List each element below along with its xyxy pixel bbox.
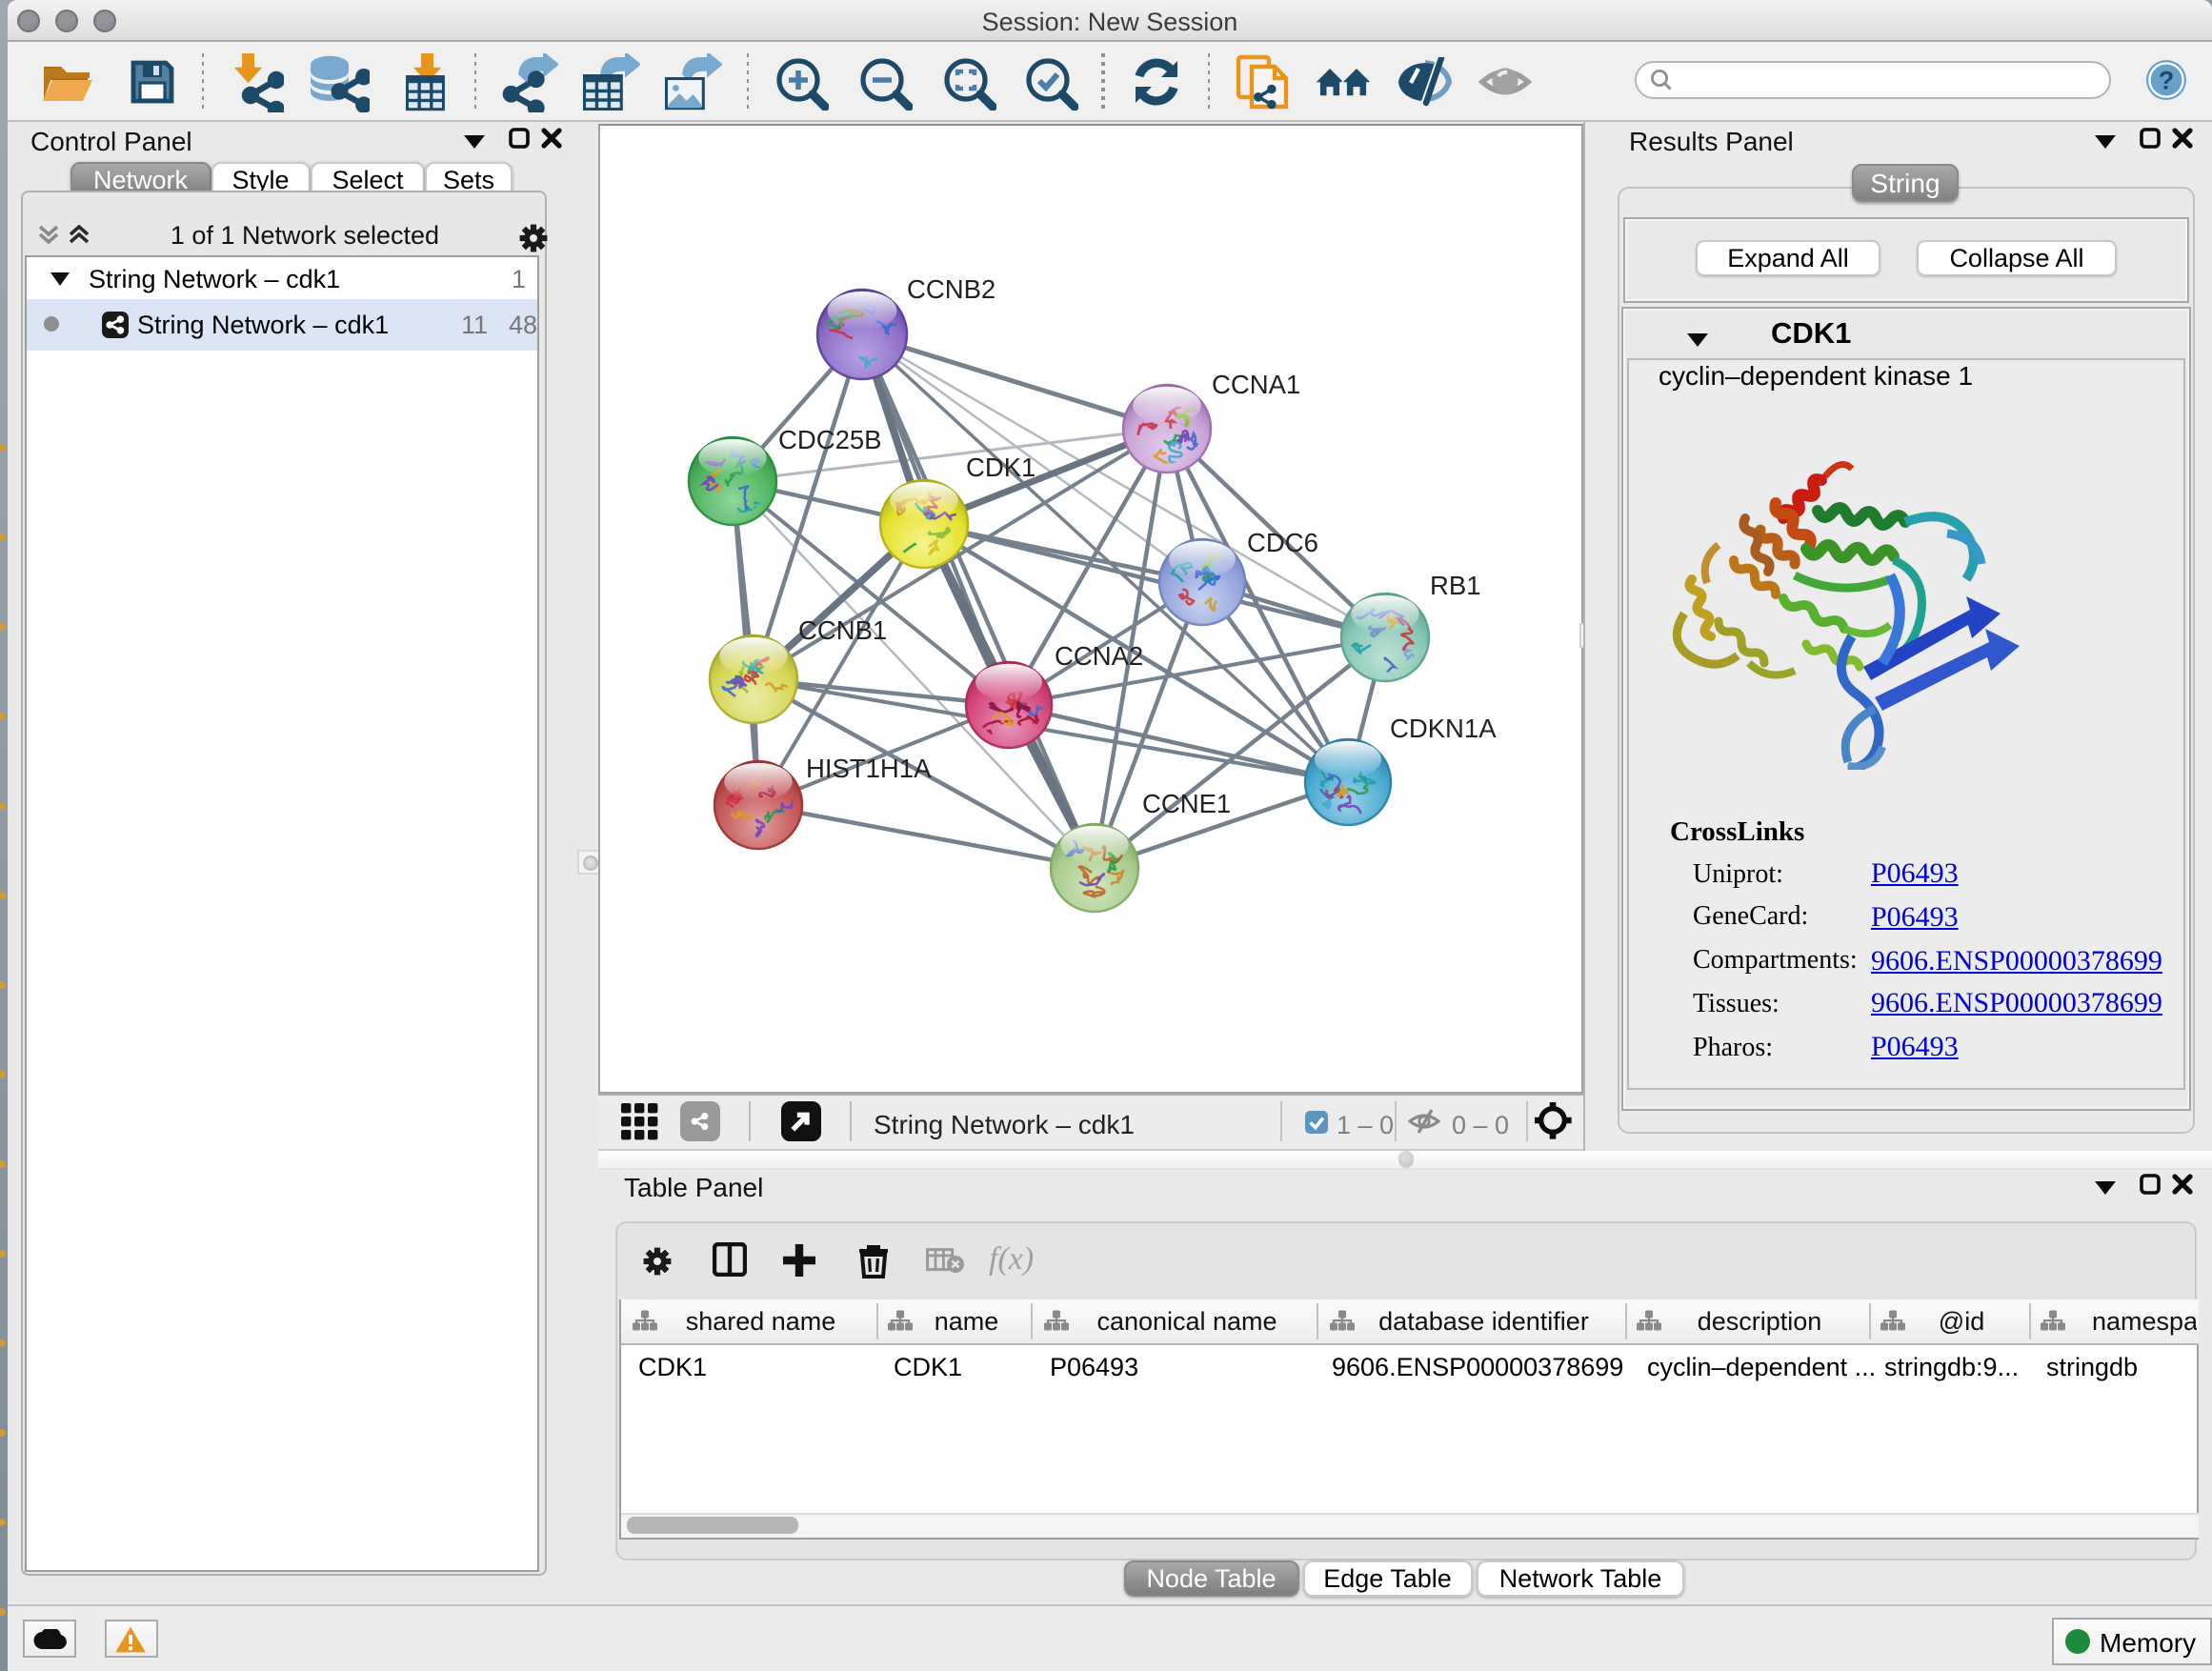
svg-text:CDC6: CDC6	[1246, 527, 1317, 556]
svg-text:CDKN1A: CDKN1A	[1389, 713, 1496, 742]
svg-text:CCNB1: CCNB1	[797, 614, 886, 644]
svg-text:HIST1H1A: HIST1H1A	[805, 753, 931, 782]
svg-text:RB1: RB1	[1429, 570, 1480, 599]
svg-text:CCNE1: CCNE1	[1141, 788, 1230, 817]
svg-text:CCNA2: CCNA2	[1054, 640, 1142, 670]
svg-text:CDC25B: CDC25B	[777, 424, 881, 453]
svg-text:CDK1: CDK1	[965, 452, 1035, 481]
svg-text:CCNA1: CCNA1	[1211, 369, 1299, 398]
svg-text:CCNB2: CCNB2	[906, 273, 995, 303]
svg-text:?: ?	[2159, 66, 2175, 94]
